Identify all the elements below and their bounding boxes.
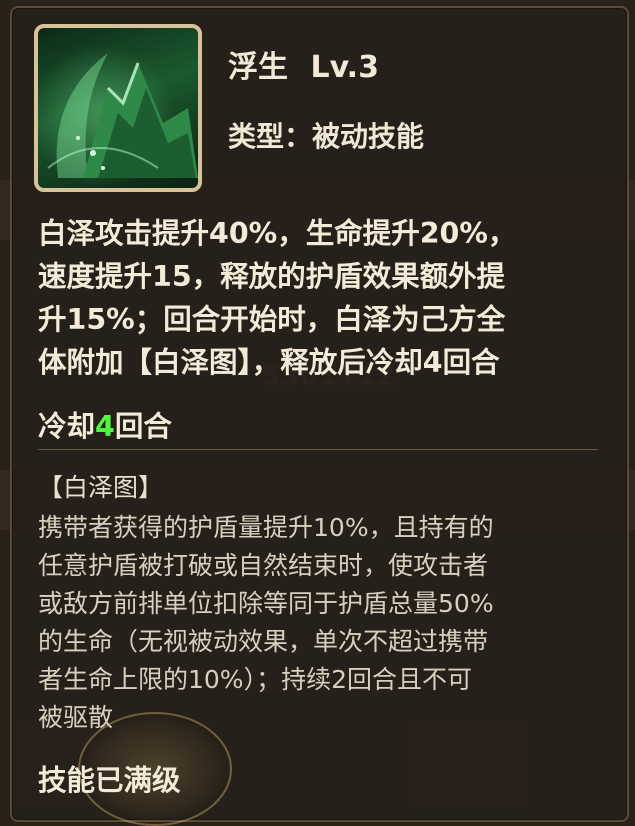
effect-line: 的生命（无视被动效果，单次不超过携带	[38, 627, 489, 656]
skill-cooldown: 冷却4回合	[38, 404, 172, 445]
description-line: 速度提升15，释放的护盾效果额外提	[38, 260, 506, 293]
effect-line: 携带者获得的护盾量提升10%，且持有的	[38, 513, 494, 542]
effect-line: 任意护盾被打破或自然结束时，使攻击者	[38, 551, 489, 580]
effect-description: 携带者获得的护盾量提升10%，且持有的 任意护盾被打破或自然结束时，使攻击者 或…	[38, 509, 598, 737]
description-line: 白泽攻击提升40%，生命提升20%，	[38, 217, 517, 250]
cooldown-suffix: 回合	[114, 410, 172, 443]
skill-level: Lv.3	[310, 50, 379, 85]
skill-description: 白泽攻击提升40%，生命提升20%， 速度提升15，释放的护盾效果额外提 升15…	[38, 212, 598, 384]
description-line: 升15%；回合开始时，白泽为己方全	[38, 303, 506, 336]
effect-name: 【白泽图】	[38, 473, 164, 502]
description-line: 体附加【白泽图】，释放后冷却4回合	[38, 346, 500, 379]
green-mountain-skill-icon	[47, 53, 198, 178]
skill-max-level-status: 技能已满级	[38, 764, 181, 797]
effect-line: 被驱散	[38, 703, 114, 732]
effect-line: 者生命上限的10%）；持续2回合且不可	[38, 665, 472, 694]
skill-type-value: 被动技能	[312, 120, 425, 153]
cooldown-value: 4	[95, 410, 115, 443]
effect-line: 或敌方前排单位扣除等同于护盾总量50%	[38, 589, 494, 618]
skill-type-label: 类型：	[228, 120, 313, 153]
skill-icon	[34, 24, 202, 192]
section-divider	[38, 449, 598, 450]
skill-name: 浮生	[228, 50, 288, 85]
cooldown-prefix: 冷却	[38, 410, 96, 443]
skill-type: 类型：被动技能	[228, 115, 424, 155]
skill-title: 浮生 Lv.3	[228, 42, 379, 86]
